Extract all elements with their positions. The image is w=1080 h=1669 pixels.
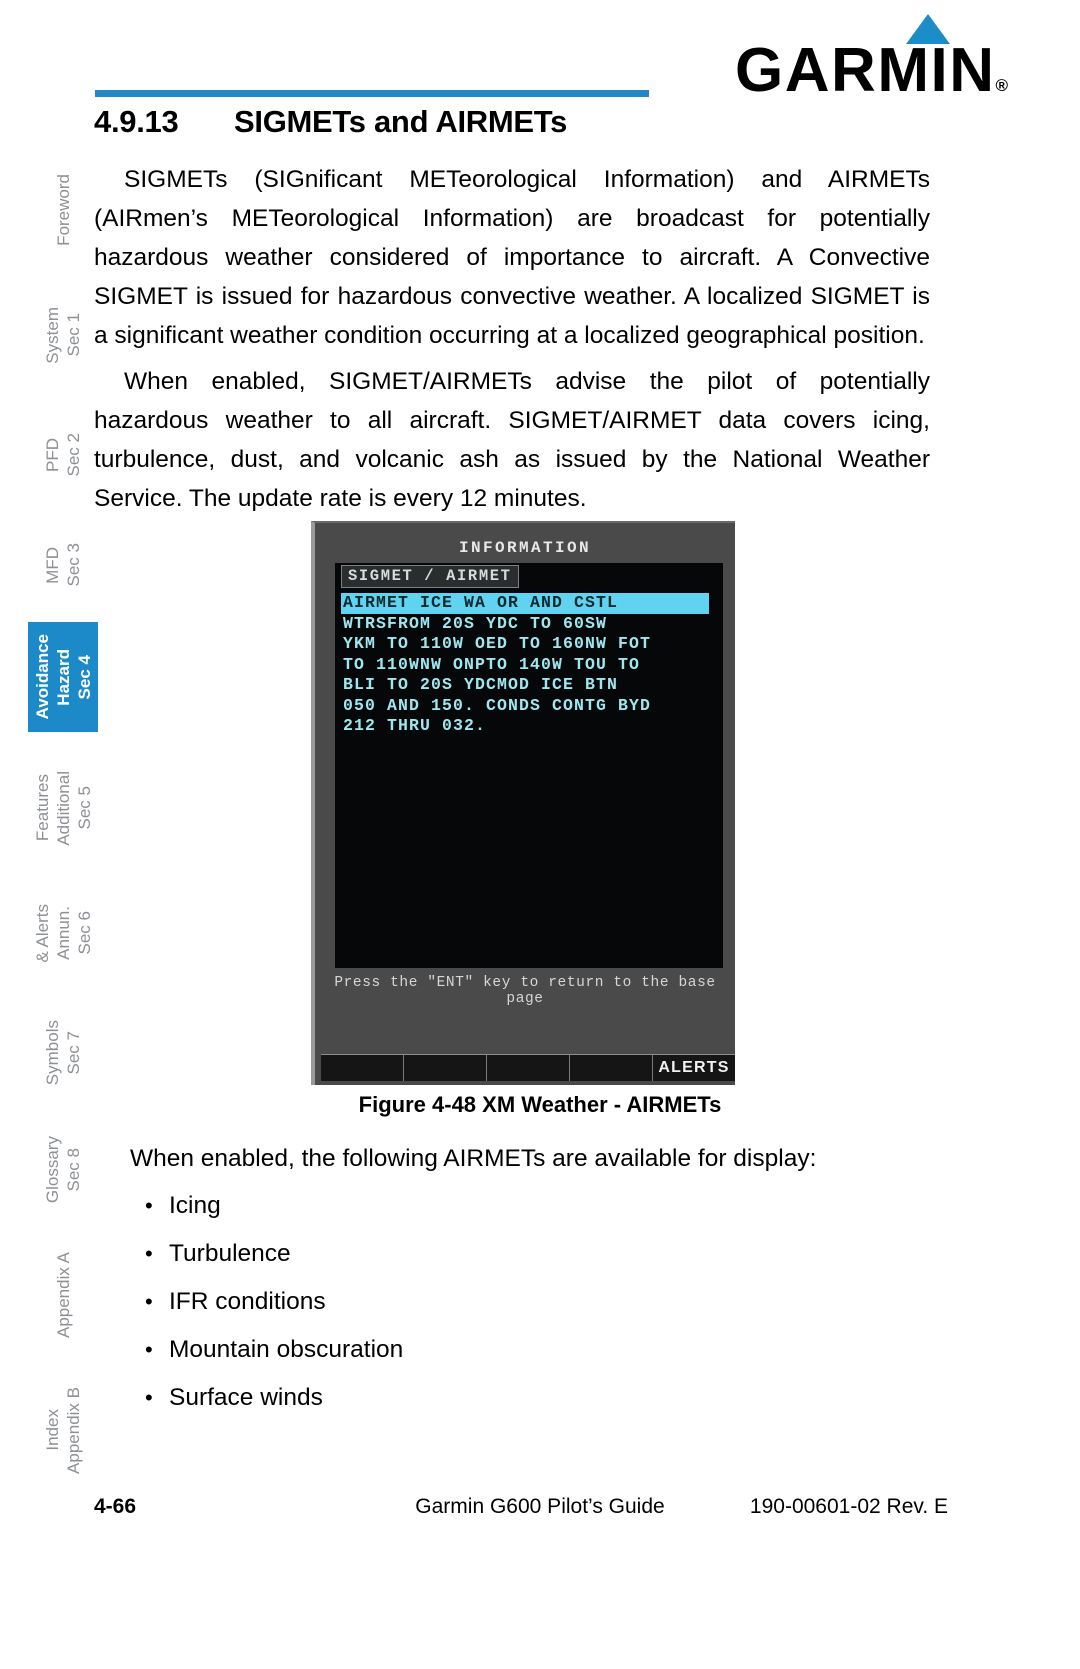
sidebar-item-sec5-line1: Sec 5 (74, 786, 94, 830)
airmet-line: TO 110WNW ONPTO 140W TOU TO (343, 654, 641, 674)
list-item-label: Mountain obscuration (169, 1336, 404, 1363)
sidebar-item-sec5-line3: Features (32, 774, 52, 842)
paragraph-1-text: SIGMETs (SIGnificant METeorological Info… (94, 166, 930, 349)
airmet-line[interactable]: AIRMET ICE WA OR AND CSTL (341, 593, 709, 614)
registered-mark: ® (995, 76, 1008, 95)
list-item: • Turbulence (145, 1240, 845, 1288)
list-item-label: Surface winds (169, 1384, 323, 1411)
sidebar-item-foreword-label: Foreword (53, 174, 73, 246)
sidebar-item-appendix-a-label: Appendix A (53, 1251, 73, 1338)
airmet-text-block: AIRMET ICE WA OR AND CSTL WTRSFROM 20S Y… (341, 593, 717, 737)
sidebar-item-foreword[interactable]: Foreword (28, 150, 98, 270)
garmin-wordmark-text: GARMIN (735, 36, 996, 105)
mfd-softkey-bar: ALERTS (321, 1054, 735, 1081)
airmet-line: WTRSFROM 20S YDC TO 60SW (343, 613, 608, 633)
sidebar-item-sec2-line2: PFD (43, 438, 62, 472)
sidebar-item-sec4-line2: Hazard (53, 648, 73, 706)
garmin-logo: GARMIN® (708, 8, 1008, 102)
page-footer: 4-66 Garmin G600 Pilot’s Guide 190-00601… (0, 1495, 1080, 1535)
sidebar-item-sec5-line2: Additional (53, 770, 73, 846)
airmet-line: 050 AND 150. CONDS CONTG BYD (343, 695, 652, 715)
list-item: • IFR conditions (145, 1288, 845, 1336)
sidebar-item-sec5-additional-features[interactable]: Sec 5 Additional Features (28, 748, 98, 868)
airmet-line: 212 THRU 032. (343, 716, 487, 735)
header-rule (95, 90, 649, 97)
paragraph-2: When enabled, SIGMET/AIRMETs advise the … (94, 362, 930, 518)
sidebar-item-sec6-line2: Annun. (53, 906, 73, 960)
bullet-icon: • (145, 1241, 153, 1266)
mfd-screen-title: INFORMATION (458, 539, 592, 557)
sidebar-item-sec3-line1: Sec 3 (64, 543, 83, 587)
figure-caption: Figure 4-48 XM Weather - AIRMETs (358, 1092, 722, 1117)
sidebar-item-sec7-line1: Sec 7 (64, 1031, 83, 1075)
sidebar-item-sec2-line1: Sec 2 (64, 433, 83, 477)
sidebar-item-appendix-b-index[interactable]: Appendix B Index (28, 1365, 98, 1495)
sidebar-item-sec8-glossary[interactable]: Sec 8 Glossary (28, 1115, 98, 1225)
garmin-wordmark: GARMIN® (735, 40, 1008, 117)
footer-part-number: 190-00601-02 Rev. E (749, 1495, 948, 1518)
list-item: • Icing (145, 1192, 845, 1240)
bullet-icon: • (145, 1193, 153, 1218)
list-item: • Mountain obscuration (145, 1336, 845, 1384)
list-item-label: Turbulence (169, 1240, 291, 1267)
softkey-1[interactable] (321, 1055, 404, 1081)
softkey-3[interactable] (487, 1055, 570, 1081)
section-title: SIGMETs and AIRMETs (234, 104, 568, 139)
sidebar-item-sec1-system[interactable]: Sec 1 System (28, 280, 98, 390)
bullet-icon: • (145, 1385, 153, 1410)
sidebar-item-sec7-line2: Symbols (43, 1020, 62, 1086)
sidebar-item-appendix-b-line1: Appendix B (64, 1386, 83, 1474)
sidebar-item-appendix-a[interactable]: Appendix A (28, 1230, 98, 1360)
airmet-line: BLI TO 20S YDCMOD ICE BTN (343, 675, 619, 694)
sidebar-item-sec4-line1: Sec 4 (74, 654, 94, 700)
sigmet-airmet-group-label: SIGMET / AIRMET (341, 565, 519, 588)
sidebar-item-sec8-line2: Glossary (43, 1136, 62, 1204)
section-number: 4.9.13 (94, 104, 179, 139)
sidebar-item-sec1-line1: Sec 1 (64, 313, 83, 357)
airmet-line: YKM TO 110W OED TO 160NW FOT (343, 634, 652, 653)
airmet-types-list: • Icing • Turbulence • IFR conditions • … (145, 1192, 845, 1432)
softkey-2[interactable] (404, 1055, 487, 1081)
list-item-label: IFR conditions (169, 1288, 326, 1315)
list-intro-text: When enabled, the following AIRMETs are … (130, 1145, 817, 1172)
list-item-label: Icing (169, 1192, 221, 1219)
figure-xm-weather-airmets: INFORMATION SIGMET / AIRMET AIRMET ICE W… (311, 521, 735, 1085)
sidebar-item-sec7-symbols[interactable]: Sec 7 Symbols (28, 998, 98, 1108)
list-item: • Surface winds (145, 1384, 845, 1432)
sidebar-item-sec4-line3: Avoidance (32, 634, 52, 720)
sidebar-item-sec6-line3: & Alerts (32, 903, 52, 963)
sidebar-item-sec6-line1: Sec 6 (74, 911, 94, 955)
softkey-4[interactable] (570, 1055, 653, 1081)
softkey-alerts[interactable]: ALERTS (653, 1055, 735, 1081)
mfd-bezel: INFORMATION SIGMET / AIRMET AIRMET ICE W… (311, 521, 735, 1085)
sidebar-item-appendix-b-line2: Index (43, 1409, 62, 1451)
page-title: 4.9.13 SIGMETs and AIRMETs (94, 104, 567, 140)
sidebar-item-sec3-line2: MFD (43, 546, 62, 584)
section-tab-rail: Foreword Sec 1 System Sec 2 PFD Sec 3 MF… (28, 140, 98, 1473)
mfd-hint-text: Press the "ENT" key to return to the bas… (334, 975, 716, 1007)
sidebar-item-sec2-pfd[interactable]: Sec 2 PFD (28, 405, 98, 505)
sidebar-item-sec1-line2: System (43, 306, 62, 364)
bullet-icon: • (145, 1289, 153, 1314)
sidebar-item-sec3-mfd[interactable]: Sec 3 MFD (28, 515, 98, 615)
bullet-icon: • (145, 1337, 153, 1362)
sidebar-item-sec6-annun-alerts[interactable]: Sec 6 Annun. & Alerts (28, 878, 98, 988)
sidebar-item-sec4-hazard-avoidance[interactable]: Sec 4 Hazard Avoidance (28, 622, 98, 732)
mfd-screen: SIGMET / AIRMET AIRMET ICE WA OR AND CST… (335, 563, 723, 968)
paragraph-1: SIGMETs (SIGnificant METeorological Info… (94, 160, 930, 355)
sidebar-item-sec8-line1: Sec 8 (64, 1148, 83, 1192)
paragraph-2-text: When enabled, SIGMET/AIRMETs advise the … (94, 368, 930, 512)
